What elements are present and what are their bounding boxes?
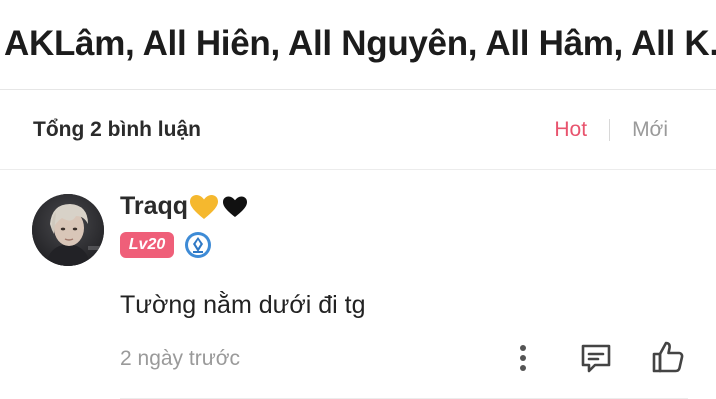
level-badge: Lv20 bbox=[120, 232, 174, 258]
like-icon bbox=[652, 341, 684, 373]
more-options-button[interactable] bbox=[509, 342, 537, 374]
username[interactable]: Traqq bbox=[120, 192, 250, 221]
username-text: Traqq bbox=[120, 192, 189, 220]
more-options-icon bbox=[520, 345, 526, 371]
sort-options: Hot Mới bbox=[554, 118, 668, 142]
comments-header: Tổng 2 bình luận Hot Mới bbox=[0, 90, 716, 170]
vip-badge-icon bbox=[185, 232, 211, 258]
comment-text: Tường nằm dưới đi tg bbox=[120, 291, 366, 319]
title-bar: AKLâm, All Hiên, All Nguyên, All Hâm, Al… bbox=[0, 0, 716, 90]
like-button[interactable] bbox=[650, 339, 686, 375]
avatar[interactable] bbox=[32, 194, 104, 266]
comment-page: AKLâm, All Hiên, All Nguyên, All Hâm, Al… bbox=[0, 0, 716, 399]
comment-item: Traqq Lv20 Tường nằm dưới đi tg 2 ngày t… bbox=[0, 170, 716, 399]
sort-hot-tab[interactable]: Hot bbox=[554, 118, 587, 142]
comment-time: 2 ngày trước bbox=[120, 347, 241, 370]
user-badges: Lv20 bbox=[120, 231, 212, 259]
comment-count: Tổng 2 bình luận bbox=[33, 118, 201, 141]
reply-button[interactable] bbox=[578, 340, 614, 376]
black-heart-icon bbox=[223, 196, 248, 217]
reply-icon bbox=[581, 344, 611, 373]
sort-divider bbox=[609, 119, 611, 141]
yellow-heart-icon bbox=[190, 194, 219, 219]
sort-new-tab[interactable]: Mới bbox=[632, 118, 668, 142]
story-title: AKLâm, All Hiên, All Nguyên, All Hâm, Al… bbox=[4, 24, 716, 63]
